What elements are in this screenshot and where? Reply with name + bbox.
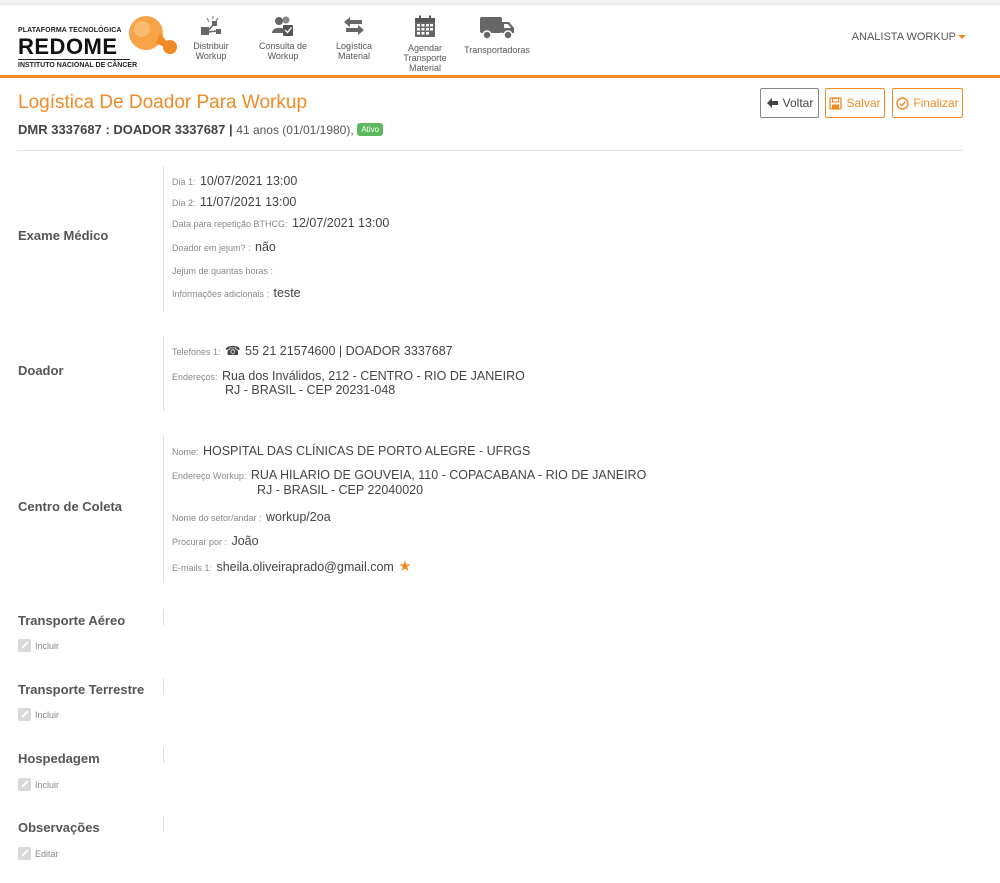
logo-underline [18, 59, 130, 60]
field-repeticao-bthcg: Data para repetição BTHCG: 12/07/2021 13… [172, 216, 390, 230]
section-transporte-terrestre: Transporte Terrestre [18, 682, 145, 697]
section-divider [163, 747, 164, 763]
section-divider [163, 678, 164, 694]
nav-agendar-transporte[interactable]: Agendar Transporte Material [400, 15, 450, 73]
logo-name: REDOME [18, 34, 118, 59]
section-doador: Doador [18, 363, 64, 378]
distribute-icon [201, 16, 221, 35]
field-dia1: Dia 1: 10/07/2021 13:00 [172, 174, 298, 188]
incluir-transporte-terrestre-button[interactable]: Incluir [18, 708, 59, 721]
section-exame-medico: Exame Médico [18, 228, 109, 243]
field-endereco-workup-line2: RJ - BRASIL - CEP 22040020 [257, 483, 424, 497]
salvar-label: Salvar [846, 96, 881, 110]
field-jejum-horas: Jejum de quantas horas : [172, 266, 274, 276]
arrow-left-icon [766, 98, 778, 108]
nav-agendar-transporte-label: Agendar Transporte Material [403, 43, 447, 73]
field-setor: Nome do setor/andar : workup/2oa [172, 510, 331, 524]
section-divider [163, 336, 164, 411]
section-centro-coleta: Centro de Coleta [18, 499, 123, 514]
field-procurar-por: Procurar por : João [172, 534, 259, 548]
nav-distribuir-workup-label: Distribuir Workup [193, 41, 229, 61]
dmr-id: DMR 3337687 : DOADOR 3337687 | [18, 122, 233, 137]
email-value[interactable]: sheila.oliveiraprado@gmail.com [216, 560, 393, 574]
incluir-hospedagem-button[interactable]: Incluir [18, 778, 59, 791]
section-divider [163, 609, 164, 625]
edit-icon [18, 708, 31, 721]
section-divider [163, 436, 164, 582]
field-email: E-mails 1: sheila.oliveiraprado@gmail.co… [172, 558, 412, 575]
app-header: PLATAFORMA TECNOLÓGICA REDOME INSTITUTO … [0, 5, 1000, 78]
salvar-button[interactable]: Salvar [825, 88, 885, 118]
field-dia2: Dia 2: 11/07/2021 13:00 [172, 195, 297, 209]
section-transporte-aereo: Transporte Aéreo [18, 613, 126, 628]
donor-age: 41 anos (01/01/1980), [236, 123, 354, 137]
field-endereco-line2: RJ - BRASIL - CEP 20231-048 [225, 383, 396, 397]
logo-line1: PLATAFORMA TECNOLÓGICA [18, 27, 122, 34]
section-observacoes: Observações [18, 820, 100, 835]
finalizar-label: Finalizar [913, 96, 959, 110]
voltar-label: Voltar [782, 96, 814, 110]
check-circle-icon [896, 96, 910, 110]
finalizar-button[interactable]: Finalizar [892, 88, 963, 118]
field-endereco-workup: Endereço Workup: RUA HILARIO DE GOUVEIA,… [172, 468, 647, 482]
nav-logistica-material[interactable]: Logística Material [320, 15, 388, 61]
section-divider [163, 166, 164, 312]
floppy-disk-icon [829, 96, 843, 110]
nav-transportadoras-label: Transportadoras [464, 45, 530, 55]
status-badge: Ativo [357, 123, 384, 136]
voltar-button[interactable]: Voltar [760, 88, 819, 118]
phone-icon: ☎ [225, 344, 241, 358]
section-hospedagem: Hospedagem [18, 751, 100, 766]
field-telefone: Telefones 1: ☎ 55 21 21574600 | DOADOR 3… [172, 344, 453, 358]
editar-observacoes-button[interactable]: Editar [18, 847, 59, 860]
star-icon[interactable]: ★ [398, 558, 411, 575]
field-info-adicionais: Informações adicionais : teste [172, 286, 301, 300]
nav-transportadoras[interactable]: Transportadoras [462, 15, 532, 55]
nav-distribuir-workup[interactable]: Distribuir Workup [178, 15, 244, 61]
header-divider [18, 150, 963, 151]
consult-icon [272, 16, 293, 36]
page-title: Logística De Doador Para Workup [18, 92, 308, 113]
edit-icon [18, 778, 31, 791]
incluir-transporte-aereo-button[interactable]: Incluir [18, 639, 59, 652]
nav-consulta-workup[interactable]: Consulta de Workup [256, 15, 310, 61]
logo-line3: INSTITUTO NACIONAL DE CÂNCER [18, 62, 138, 69]
section-divider [163, 816, 164, 832]
edit-icon [18, 639, 31, 652]
redome-logo[interactable]: PLATAFORMA TECNOLÓGICA REDOME INSTITUTO … [18, 13, 177, 69]
drop-logo-icon [129, 16, 177, 54]
nav-logistica-material-label: Logística Material [335, 41, 373, 61]
caret-down-icon [958, 35, 966, 40]
user-menu[interactable]: ANALISTA WORKUP [852, 31, 966, 43]
donor-summary: DMR 3337687 : DOADOR 3337687 | 41 anos (… [18, 122, 384, 137]
truck-icon [480, 17, 514, 40]
edit-icon [18, 847, 31, 860]
field-jejum: Doador em jejum? : não [172, 240, 276, 254]
calendar-icon [415, 15, 435, 37]
field-nome-centro: Nome: HOSPITAL DAS CLÍNICAS DE PORTO ALE… [172, 444, 531, 458]
nav-consulta-workup-label: Consulta de Workup [258, 41, 308, 61]
user-name: ANALISTA WORKUP [851, 31, 956, 43]
arrows-exchange-icon [344, 17, 364, 35]
